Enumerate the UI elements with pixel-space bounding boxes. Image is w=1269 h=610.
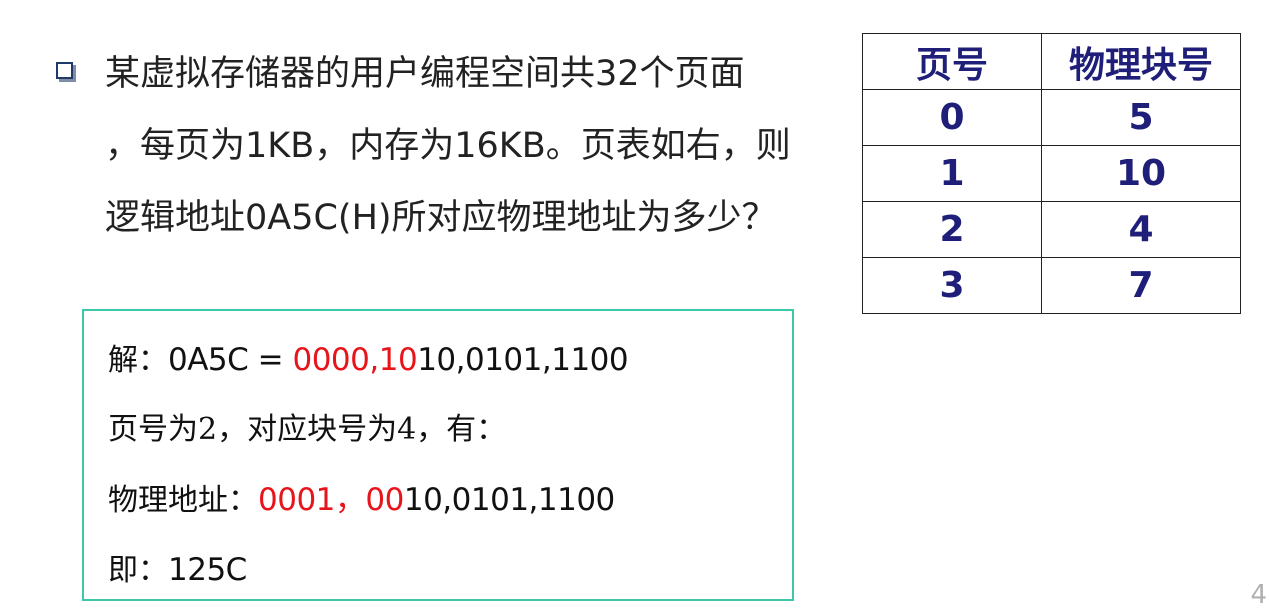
frame-cell: 4 xyxy=(1041,201,1241,258)
question-line-3: 逻辑地址0A5C(H)所对应物理地址为多少？ xyxy=(105,198,777,238)
page-cell: 3 xyxy=(862,257,1042,314)
header-page-number: 页号 xyxy=(862,33,1042,90)
question-line-1: 某虚拟存储器的用户编程空间共32个页面 xyxy=(105,54,745,94)
table-row: 1 10 xyxy=(862,145,1241,202)
question-line-2: ，每页为1KB，内存为16KB。页表如右，则 xyxy=(105,126,791,166)
solution-label: 解： xyxy=(108,343,168,378)
bullet-icon xyxy=(56,62,73,79)
page-cell: 2 xyxy=(862,201,1042,258)
solution-line-4: 即：125C xyxy=(108,535,792,605)
frame-cell: 7 xyxy=(1041,257,1241,314)
page-number: 4 xyxy=(1250,580,1267,610)
solution-line-1: 解：0A5C = 0000,1010,0101,1100 xyxy=(108,325,792,395)
page-table: 页号 物理块号 0 5 1 10 2 4 3 7 xyxy=(862,33,1241,314)
table-row: 3 7 xyxy=(862,257,1241,314)
page-cell: 1 xyxy=(862,145,1042,202)
solution-line-2: 页号为2，对应块号为4，有： xyxy=(108,412,507,447)
logical-address: 0A5C = xyxy=(168,342,293,378)
question-text: 某虚拟存储器的用户编程空间共32个页面 ，每页为1KB，内存为16KB。页表如右… xyxy=(105,38,835,254)
table-row: 0 5 xyxy=(862,89,1241,146)
frame-cell: 5 xyxy=(1041,89,1241,146)
result-label: 即： xyxy=(108,553,168,588)
page-cell: 0 xyxy=(862,89,1042,146)
solution-box: 解：0A5C = 0000,1010,0101,1100 页号为2，对应块号为4… xyxy=(82,309,794,601)
physical-offset-bits: 10,0101,1100 xyxy=(403,482,615,518)
page-table-header: 页号 物理块号 xyxy=(862,33,1241,90)
frame-bits-highlight: 0001，00 xyxy=(258,482,404,518)
physical-address-label: 物理地址： xyxy=(108,483,258,518)
offset-bits: 10,0101,1100 xyxy=(417,342,629,378)
solution-line-3: 物理地址：0001，0010,0101,1100 xyxy=(108,465,792,535)
table-row: 2 4 xyxy=(862,201,1241,258)
header-frame-number: 物理块号 xyxy=(1041,33,1241,90)
result-value: 125C xyxy=(168,552,247,588)
page-bits-highlight: 0000,10 xyxy=(292,342,418,378)
frame-cell: 10 xyxy=(1041,145,1241,202)
